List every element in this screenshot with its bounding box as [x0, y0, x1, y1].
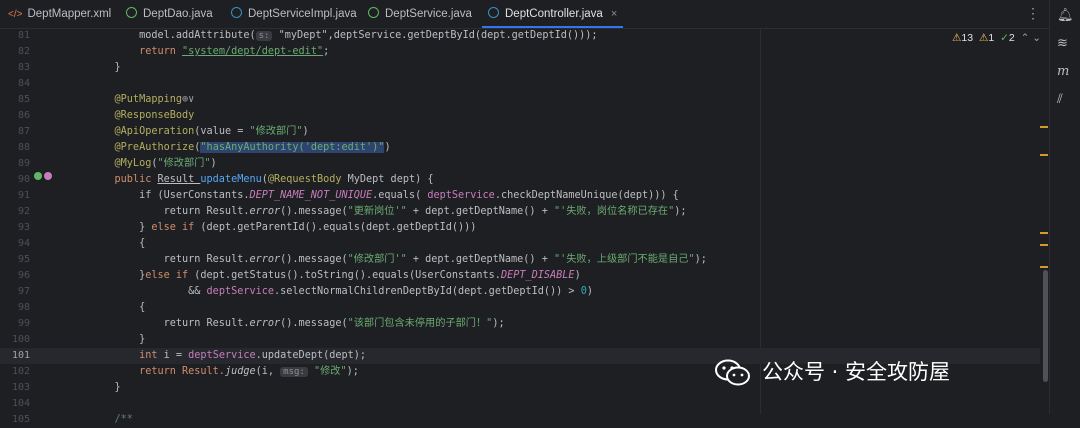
- tab-deptmapper-xml[interactable]: </> DeptMapper.xml: [8, 0, 111, 28]
- code-line: 93 } else if (dept.getParentId().equals(…: [0, 220, 1040, 236]
- code-line: 83 }: [0, 60, 1040, 76]
- interface-icon: [368, 7, 379, 18]
- code-text: {: [90, 238, 146, 249]
- analyzer-icon[interactable]: ⫽: [1057, 92, 1063, 107]
- right-tool-strip: 🔔︎ ≋ m ⫽: [1049, 0, 1080, 414]
- code-text: }: [90, 62, 121, 73]
- code-line: 88 @PreAuthorize("hasAnyAuthority('dept:…: [0, 140, 1040, 156]
- warning-marker[interactable]: [1040, 266, 1048, 268]
- warning-marker[interactable]: [1040, 232, 1048, 234]
- code-line: 89 @MyLog("修改部门"): [0, 156, 1040, 172]
- code-text: }: [90, 334, 146, 345]
- code-line: 86 @ResponseBody: [0, 108, 1040, 124]
- tab-deptservice-java[interactable]: DeptService.java: [368, 0, 472, 28]
- maven-icon[interactable]: m: [1057, 64, 1069, 79]
- code-line: 95 return Result.error().message("修改部门'"…: [0, 252, 1040, 268]
- code-text: if (UserConstants.DEPT_NAME_NOT_UNIQUE.e…: [90, 190, 679, 201]
- code-line: 90 public Result updateMenu(@RequestBody…: [0, 172, 1040, 188]
- vertical-scrollbar[interactable]: [1043, 270, 1048, 382]
- code-text: }: [90, 382, 121, 393]
- code-text: @PreAuthorize("hasAnyAuthority('dept:edi…: [90, 142, 391, 153]
- code-line: 104: [11, 398, 30, 409]
- tab-deptdao-java[interactable]: DeptDao.java: [126, 0, 213, 28]
- code-text: @PutMapping⊕∨: [90, 94, 195, 105]
- close-tab-icon[interactable]: ×: [611, 8, 617, 20]
- code-text: return "system/dept/dept-edit";: [90, 46, 330, 57]
- code-text: {: [90, 302, 146, 313]
- code-line: 105 /**: [0, 412, 1040, 428]
- warning-marker[interactable]: [1040, 126, 1048, 128]
- code-line: 91 if (UserConstants.DEPT_NAME_NOT_UNIQU…: [0, 188, 1040, 204]
- more-tabs-icon[interactable]: ⋮: [1026, 6, 1040, 22]
- code-line: 94 {: [0, 236, 1040, 252]
- code-text: model.addAttribute(s: "myDept",deptServi…: [90, 30, 598, 41]
- code-line: 99 return Result.error().message("该部门包含未…: [0, 316, 1040, 332]
- database-icon[interactable]: ≋: [1057, 36, 1068, 51]
- code-text: public Result updateMenu(@RequestBody My…: [90, 174, 434, 185]
- code-text: return Result.error().message("该部门包含未停用的…: [90, 318, 505, 329]
- code-text: /**: [90, 414, 133, 425]
- code-line: 84: [17, 78, 30, 89]
- code-line: 82 return "system/dept/dept-edit";: [0, 44, 1040, 60]
- code-line: 96 }else if (dept.getStatus().toString()…: [0, 268, 1040, 284]
- warning-marker[interactable]: [1040, 154, 1048, 156]
- code-line: 92 return Result.error().message("更新岗位'"…: [0, 204, 1040, 220]
- editor-tab-bar: </> DeptMapper.xml DeptDao.java DeptServi…: [0, 0, 1080, 29]
- tab-deptserviceimpl-java[interactable]: DeptServiceImpl.java: [231, 0, 357, 28]
- code-text: && deptService.selectNormalChildrenDeptB…: [90, 286, 593, 297]
- tab-deptcontroller-java[interactable]: DeptController.java ×: [481, 0, 624, 28]
- code-line: 87 @ApiOperation(value = "修改部门"): [0, 124, 1040, 140]
- class-icon: [231, 7, 242, 18]
- code-text: return Result.error().message("更新岗位'" + …: [90, 206, 687, 217]
- code-text: return Result.judge(i, msg: "修改");: [90, 366, 359, 377]
- class-icon: [488, 7, 499, 18]
- code-text: } else if (dept.getParentId().equals(dep…: [90, 222, 477, 233]
- warning-marker[interactable]: [1040, 244, 1048, 246]
- code-text: }else if (dept.getStatus().toString().eq…: [90, 270, 581, 281]
- code-line: 97 && deptService.selectNormalChildrenDe…: [0, 284, 1040, 300]
- xml-file-icon: </>: [8, 9, 23, 20]
- bell-icon[interactable]: 🔔︎: [1057, 8, 1074, 23]
- code-line: 100 }: [0, 332, 1040, 348]
- watermark: 公众号 · 安全攻防屋: [714, 356, 950, 388]
- interface-icon: [126, 7, 137, 18]
- code-text: return Result.error().message("修改部门'" + …: [90, 254, 707, 265]
- wechat-icon: [715, 359, 750, 386]
- code-text: @MyLog("修改部门"): [90, 158, 217, 169]
- code-text: @ResponseBody: [90, 110, 195, 121]
- code-text: @ApiOperation(value = "修改部门"): [90, 126, 309, 137]
- code-text: int i = deptService.updateDept(dept);: [90, 350, 367, 361]
- code-line: 85 @PutMapping⊕∨: [0, 92, 1040, 108]
- code-line: 98 {: [0, 300, 1040, 316]
- code-line: 81 model.addAttribute(s: "myDept",deptSe…: [0, 28, 1040, 44]
- web-icon[interactable]: ⊕∨: [182, 94, 194, 105]
